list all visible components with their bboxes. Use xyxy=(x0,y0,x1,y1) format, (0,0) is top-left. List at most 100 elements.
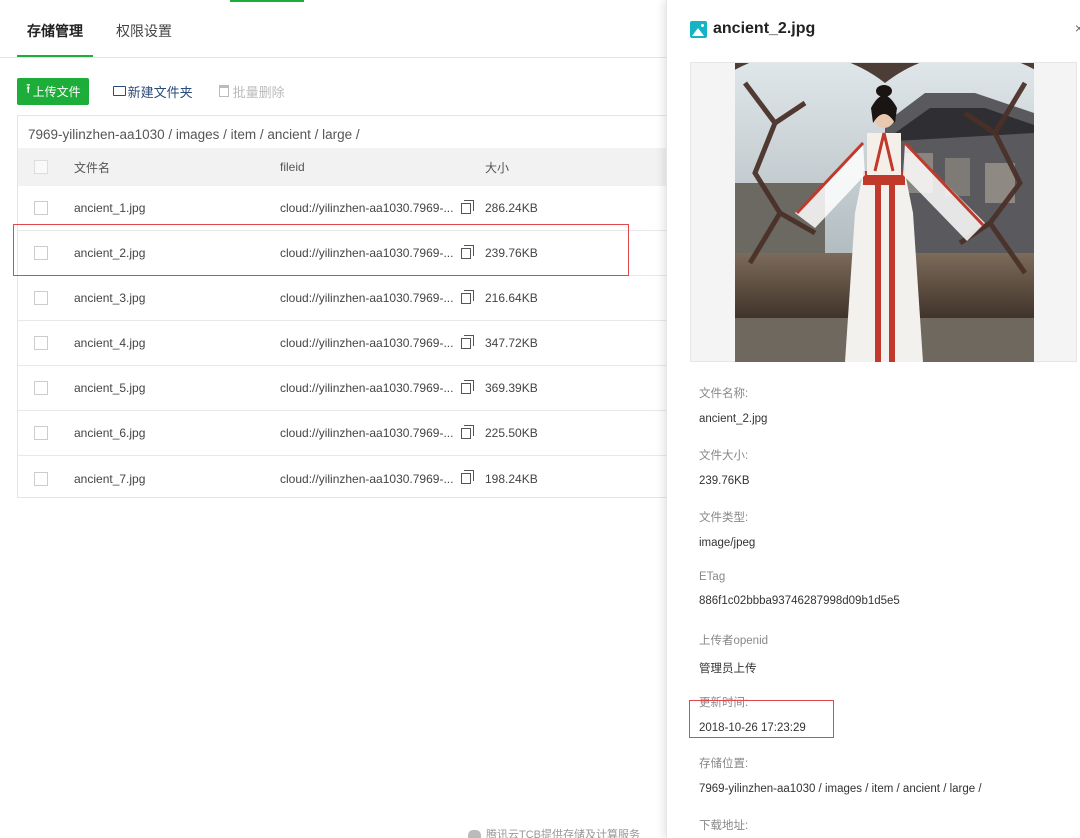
table-row[interactable]: ancient_4.jpg cloud://yilinzhen-aa1030.7… xyxy=(18,321,668,366)
storage-page: 存储管理 权限设置 ⭱ 上传文件 新建文件夹 批量删除 7969-yilinzh… xyxy=(0,0,1080,838)
file-size: 369.39KB xyxy=(485,381,538,395)
meta-value: 7969-yilinzhen-aa1030 / images / item / … xyxy=(699,783,982,795)
file-id-text: cloud://yilinzhen-aa1030.7969-... xyxy=(280,246,454,260)
footer: 腾讯云TCB提供存储及计算服务 xyxy=(468,826,640,838)
file-size: 347.72KB xyxy=(485,336,538,350)
photo-illustration xyxy=(735,63,1034,362)
file-id: cloud://yilinzhen-aa1030.7969-... xyxy=(280,379,475,395)
row-checkbox[interactable] xyxy=(34,381,48,395)
table-row[interactable]: ancient_7.jpg cloud://yilinzhen-aa1030.7… xyxy=(18,456,668,501)
column-header-name: 文件名 xyxy=(74,160,111,175)
file-size: 225.50KB xyxy=(485,426,538,440)
upload-icon: ⭱ xyxy=(26,81,31,96)
batch-delete-button[interactable]: 批量删除 xyxy=(218,82,285,101)
meta-value: image/jpeg xyxy=(699,537,756,549)
meta-value: 2018-10-26 17:23:29 xyxy=(699,722,806,734)
panel-title-text: ancient_2.jpg xyxy=(713,20,816,37)
meta-download-url: 下载地址: xyxy=(699,817,748,833)
row-checkbox[interactable] xyxy=(34,291,48,305)
file-id: cloud://yilinzhen-aa1030.7969-... xyxy=(280,470,475,486)
table-row[interactable]: ancient_6.jpg cloud://yilinzhen-aa1030.7… xyxy=(18,411,668,456)
panel-title: ancient_2.jpg xyxy=(690,20,815,38)
table-row[interactable]: ancient_2.jpg cloud://yilinzhen-aa1030.7… xyxy=(18,231,668,276)
copy-icon[interactable] xyxy=(461,289,475,304)
upload-button-label: 上传文件 xyxy=(32,84,81,99)
preview-photo xyxy=(735,63,1034,362)
meta-value: ancient_2.jpg xyxy=(699,413,768,425)
meta-label: 文件大小: xyxy=(699,450,749,462)
select-all-checkbox[interactable] xyxy=(34,160,48,174)
meta-label: 存储位置: xyxy=(699,758,749,770)
file-table: 7969-yilinzhen-aa1030 / images / item / … xyxy=(17,115,668,498)
meta-filesize: 文件大小: 239.76KB xyxy=(699,447,750,487)
meta-label: ETag xyxy=(699,571,726,583)
file-detail-panel: ancient_2.jpg × 文件名称: ancient_2.jpg 文件大小… xyxy=(666,0,1080,838)
row-checkbox[interactable] xyxy=(34,246,48,260)
row-checkbox[interactable] xyxy=(34,471,48,486)
file-size: 239.76KB xyxy=(485,246,538,260)
tab-bar: 存储管理 权限设置 xyxy=(0,0,668,58)
file-id-text: cloud://yilinzhen-aa1030.7969-... xyxy=(280,471,454,486)
file-id: cloud://yilinzhen-aa1030.7969-... xyxy=(280,289,475,305)
footer-text: 腾讯云TCB提供存储及计算服务 xyxy=(486,829,640,838)
column-header-fileid: fileid xyxy=(280,160,305,174)
column-header-size: 大小 xyxy=(485,160,510,175)
tab-storage[interactable]: 存储管理 xyxy=(17,21,93,57)
file-name[interactable]: ancient_1.jpg xyxy=(74,201,145,215)
file-id-text: cloud://yilinzhen-aa1030.7969-... xyxy=(280,336,454,350)
table-row[interactable]: ancient_5.jpg cloud://yilinzhen-aa1030.7… xyxy=(18,366,668,411)
file-id-text: cloud://yilinzhen-aa1030.7969-... xyxy=(280,201,454,215)
meta-label: 上传者openid xyxy=(699,635,769,647)
new-folder-label: 新建文件夹 xyxy=(127,84,193,100)
meta-label: 文件类型: xyxy=(699,512,749,524)
copy-icon[interactable] xyxy=(461,334,475,349)
table-row[interactable]: ancient_1.jpg cloud://yilinzhen-aa1030.7… xyxy=(18,186,668,231)
new-folder-button[interactable]: 新建文件夹 xyxy=(112,82,193,101)
toolbar: ⭱ 上传文件 新建文件夹 批量删除 xyxy=(17,77,285,105)
meta-filetype: 文件类型: image/jpeg xyxy=(699,509,755,549)
file-id: cloud://yilinzhen-aa1030.7969-... xyxy=(280,244,475,260)
row-checkbox[interactable] xyxy=(34,426,48,440)
file-size: 286.24KB xyxy=(485,201,538,215)
image-icon xyxy=(690,20,707,38)
file-id-text: cloud://yilinzhen-aa1030.7969-... xyxy=(280,291,454,305)
file-id-text: cloud://yilinzhen-aa1030.7969-... xyxy=(280,426,454,440)
trash-icon xyxy=(218,85,229,97)
file-id-text: cloud://yilinzhen-aa1030.7969-... xyxy=(280,381,454,395)
image-preview xyxy=(690,62,1077,362)
meta-location: 存储位置: 7969-yilinzhen-aa1030 / images / i… xyxy=(699,755,982,795)
meta-label: 文件名称: xyxy=(699,388,749,400)
meta-etag: ETag 886f1c02bbba93746287998d09b1d5e5 xyxy=(699,571,900,607)
tab-permissions[interactable]: 权限设置 xyxy=(116,21,172,41)
close-icon[interactable]: × xyxy=(1075,20,1080,36)
breadcrumb: 7969-yilinzhen-aa1030 / images / item / … xyxy=(28,127,360,142)
copy-icon[interactable] xyxy=(461,379,475,394)
batch-delete-label: 批量删除 xyxy=(232,84,285,100)
copy-icon[interactable] xyxy=(461,424,475,439)
cloud-icon xyxy=(468,829,481,838)
meta-value: 886f1c02bbba93746287998d09b1d5e5 xyxy=(699,595,900,607)
file-name[interactable]: ancient_3.jpg xyxy=(74,291,145,305)
file-name[interactable]: ancient_5.jpg xyxy=(74,381,145,395)
copy-icon[interactable] xyxy=(461,470,475,484)
file-name[interactable]: ancient_2.jpg xyxy=(74,246,145,260)
file-size: 198.24KB xyxy=(485,471,538,486)
table-row[interactable]: ancient_3.jpg cloud://yilinzhen-aa1030.7… xyxy=(18,276,668,321)
file-name[interactable]: ancient_7.jpg xyxy=(74,472,145,486)
meta-filename: 文件名称: ancient_2.jpg xyxy=(699,385,767,425)
meta-value: 管理员上传 xyxy=(699,663,757,675)
table-header: 文件名 fileid 大小 xyxy=(18,148,668,186)
file-name[interactable]: ancient_6.jpg xyxy=(74,426,145,440)
file-name[interactable]: ancient_4.jpg xyxy=(74,336,145,350)
meta-value: 239.76KB xyxy=(699,475,750,487)
row-checkbox[interactable] xyxy=(34,336,48,350)
copy-icon[interactable] xyxy=(461,199,475,214)
row-checkbox[interactable] xyxy=(34,201,48,215)
copy-icon[interactable] xyxy=(461,244,475,259)
meta-uploader: 上传者openid 管理员上传 xyxy=(699,632,768,676)
folder-icon xyxy=(112,86,126,96)
file-id: cloud://yilinzhen-aa1030.7969-... xyxy=(280,334,475,350)
upload-button[interactable]: ⭱ 上传文件 xyxy=(17,77,89,105)
meta-updated-time: 更新时间: 2018-10-26 17:23:29 xyxy=(699,694,806,734)
file-id: cloud://yilinzhen-aa1030.7969-... xyxy=(280,424,475,440)
